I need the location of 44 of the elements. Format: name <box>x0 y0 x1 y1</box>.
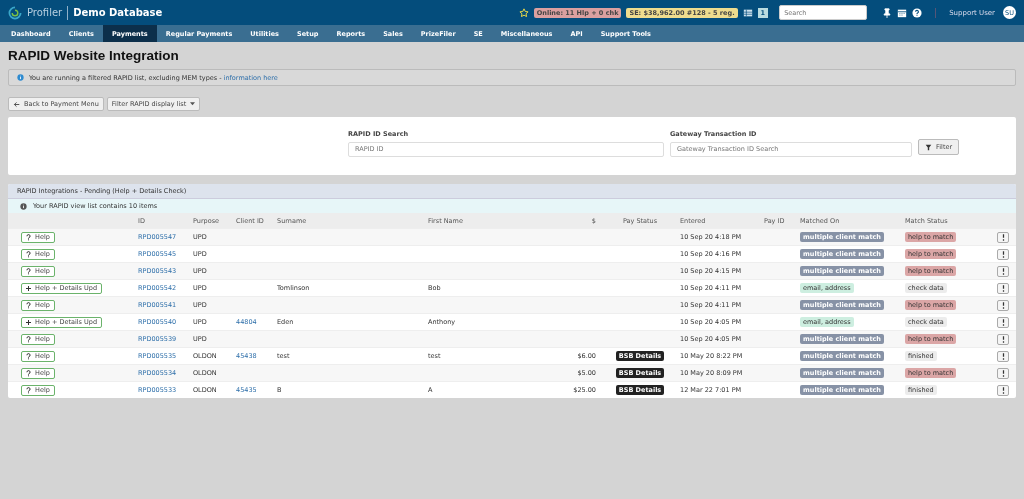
question-icon <box>26 369 31 377</box>
page-title: RAPID Website Integration <box>8 48 180 63</box>
pin-icon[interactable] <box>882 7 893 18</box>
more-button[interactable] <box>997 333 1009 345</box>
more-button[interactable] <box>997 367 1009 379</box>
plus-icon <box>26 284 31 292</box>
more-button[interactable] <box>997 265 1009 277</box>
more-icon <box>1001 233 1005 241</box>
more-button[interactable] <box>997 231 1009 243</box>
info-icon <box>17 74 24 81</box>
question-icon <box>26 386 31 394</box>
brand-name[interactable]: Profiler <box>27 7 63 18</box>
more-icon <box>1001 352 1005 360</box>
more-button[interactable] <box>997 299 1009 311</box>
more-icon <box>1001 301 1005 309</box>
more-icon <box>1001 369 1005 377</box>
question-icon <box>26 335 31 343</box>
calendar-icon[interactable] <box>897 7 908 18</box>
question-icon <box>26 250 31 258</box>
caret-icon <box>190 102 196 106</box>
more-button[interactable] <box>997 316 1009 328</box>
question-icon <box>26 352 31 360</box>
more-button[interactable] <box>997 282 1009 294</box>
more-button[interactable] <box>997 384 1009 396</box>
info-icon <box>20 202 27 210</box>
question-icon <box>26 267 31 275</box>
database-name: Demo Database <box>73 7 163 18</box>
more-icon <box>1001 335 1005 343</box>
more-icon <box>1001 284 1005 292</box>
more-button[interactable] <box>997 350 1009 362</box>
logo-icon <box>8 5 22 20</box>
star-icon[interactable] <box>518 7 529 18</box>
back-arrow-icon <box>13 100 20 108</box>
help-icon[interactable] <box>912 7 923 18</box>
question-icon <box>26 301 31 309</box>
more-icon <box>1001 386 1005 394</box>
more-icon <box>1001 267 1005 275</box>
funnel-icon <box>925 143 932 151</box>
list-icon[interactable] <box>742 7 753 18</box>
more-icon <box>1001 318 1005 326</box>
question-icon <box>26 233 31 241</box>
more-button[interactable] <box>997 248 1009 260</box>
more-icon <box>1001 250 1005 258</box>
plus-icon <box>26 318 31 326</box>
